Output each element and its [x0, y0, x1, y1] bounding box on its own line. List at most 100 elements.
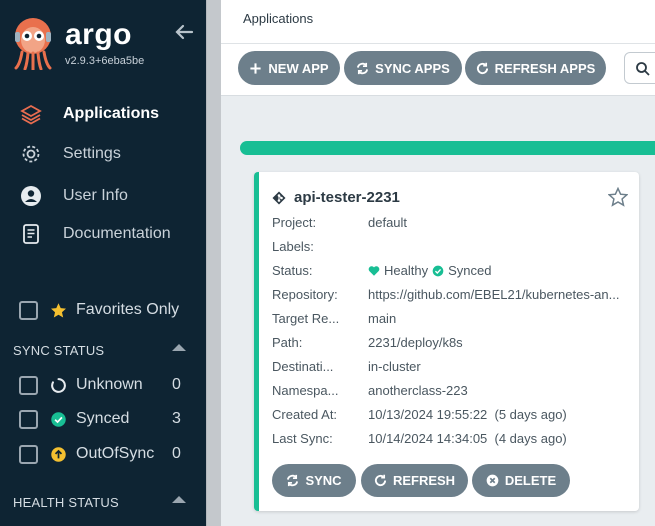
favorite-star-icon[interactable]	[608, 187, 628, 207]
sync-button[interactable]: SYNC	[272, 464, 356, 497]
delete-label: DELETE	[504, 473, 557, 488]
refresh-apps-button[interactable]: REFRESH APPS	[465, 51, 606, 85]
synced-checkbox[interactable]	[19, 409, 38, 429]
main-content: Applications NEW APP SYNC APPS REFRESH A…	[221, 0, 655, 526]
nav-user-info[interactable]: User Info	[0, 178, 206, 214]
field-value: 10/13/2024 19:55:22 (5 days ago)	[368, 407, 567, 422]
toolbar: NEW APP SYNC APPS REFRESH APPS	[221, 44, 655, 96]
sidebar: argo v2.9.3+6eba5be Applications Setting…	[0, 0, 206, 526]
delete-icon	[486, 474, 499, 487]
plus-icon	[250, 62, 261, 74]
nav-settings[interactable]: Settings	[0, 136, 206, 172]
unknown-checkbox[interactable]	[19, 375, 38, 395]
check-circle-icon	[50, 411, 67, 428]
nav-documentation[interactable]: Documentation	[0, 216, 206, 252]
health-status-title: HEALTH STATUS	[13, 495, 119, 510]
field-created-at: Created At: 10/13/2024 19:55:22 (5 days …	[272, 407, 632, 427]
favorites-label: Favorites Only	[76, 301, 180, 318]
field-value: main	[368, 311, 397, 326]
sync-label: SYNC	[305, 473, 342, 488]
arrow-up-circle-icon	[50, 446, 67, 463]
field-key: Destinati...	[272, 359, 334, 374]
field-key: Status:	[272, 263, 313, 278]
refresh-label: REFRESH	[392, 473, 456, 488]
brand-name: argo	[65, 18, 133, 51]
book-icon	[20, 223, 42, 245]
field-key: Created At:	[272, 407, 338, 422]
field-value: 10/14/2024 14:34:05 (4 days ago)	[368, 431, 567, 446]
field-labels: Labels:	[272, 239, 632, 259]
filter-label: Synced	[76, 410, 130, 427]
sync-filter-unknown[interactable]: Unknown 0	[0, 370, 206, 400]
argo-logo	[14, 18, 52, 70]
health-status: Healthy	[384, 263, 429, 278]
field-target-revision: Target Re... main	[272, 311, 632, 331]
status-value: Healthy Synced	[368, 263, 491, 278]
outofsync-checkbox[interactable]	[19, 444, 38, 464]
field-namespace: Namespa... anotherclass-223	[272, 383, 632, 403]
filter-count: 0	[172, 445, 181, 462]
filter-label: OutOfSync	[76, 445, 155, 462]
star-icon	[50, 302, 67, 319]
field-key: Target Re...	[272, 311, 340, 326]
delete-button[interactable]: DELETE	[472, 464, 570, 497]
field-last-sync: Last Sync: 10/14/2024 14:34:05 (4 days a…	[272, 431, 632, 451]
sync-icon	[287, 474, 299, 487]
field-value: in-cluster	[368, 359, 421, 374]
nav-label: Applications	[63, 105, 160, 122]
sync-filter-synced[interactable]: Synced 3	[0, 404, 206, 434]
check-circle-icon	[432, 265, 444, 276]
application-tile[interactable]: api-tester-2231 Project: default Labels:…	[254, 172, 639, 511]
field-status: Status: Healthy Synced	[272, 263, 632, 283]
refresh-icon	[476, 62, 488, 74]
field-repository: Repository: https://github.com/EBEL21/ku…	[272, 287, 632, 307]
nav-label: User Info	[63, 187, 128, 204]
sync-status-collapse-icon[interactable]	[172, 344, 186, 351]
search-icon	[636, 62, 650, 76]
search-input[interactable]	[624, 52, 655, 84]
field-destination: Destinati... in-cluster	[272, 359, 632, 379]
field-key: Labels:	[272, 239, 314, 254]
field-key: Path:	[272, 335, 303, 350]
refresh-button[interactable]: REFRESH	[361, 464, 468, 497]
gear-icon	[20, 143, 42, 165]
git-icon	[272, 191, 286, 204]
favorites-checkbox[interactable]	[19, 300, 38, 320]
field-key: Last Sync:	[272, 431, 333, 446]
app-name[interactable]: api-tester-2231	[294, 189, 400, 206]
field-value: default	[368, 215, 408, 230]
new-app-label: NEW APP	[268, 60, 329, 76]
health-status-collapse-icon[interactable]	[172, 496, 186, 503]
sync-status-bar	[240, 141, 655, 155]
sync-status-title: SYNC STATUS	[13, 343, 105, 358]
refresh-apps-label: REFRESH APPS	[494, 60, 596, 76]
heart-icon	[368, 265, 380, 276]
collapse-sidebar-icon[interactable]	[174, 22, 194, 42]
nav-applications[interactable]: Applications	[0, 96, 206, 132]
field-key: Namespa...	[272, 383, 339, 398]
field-value: anotherclass-223	[368, 383, 468, 398]
sync-filter-outofsync[interactable]: OutOfSync 0	[0, 439, 206, 469]
sync-icon	[357, 62, 369, 74]
filter-label: Unknown	[76, 376, 143, 393]
top-bar: Applications	[221, 0, 655, 44]
sync-status: Synced	[448, 263, 492, 278]
field-project: Project: default	[272, 215, 632, 235]
filter-count: 3	[172, 410, 181, 427]
app-title: api-tester-2231	[272, 189, 400, 206]
field-value[interactable]: https://github.com/EBEL21/kubernetes-an.…	[368, 287, 619, 302]
breadcrumb[interactable]: Applications	[243, 11, 313, 26]
nav-label: Documentation	[63, 225, 171, 242]
favorites-only-filter[interactable]: Favorites Only	[0, 295, 206, 325]
version-label: v2.9.3+6eba5be	[65, 55, 145, 67]
field-key: Repository:	[272, 287, 338, 302]
circle-notch-icon	[50, 377, 67, 394]
sync-apps-label: SYNC APPS	[375, 60, 450, 76]
user-circle-icon	[20, 185, 42, 207]
field-path: Path: 2231/deploy/k8s	[272, 335, 632, 355]
sidebar-scroll-gutter[interactable]	[206, 0, 221, 526]
nav-label: Settings	[63, 145, 121, 162]
sync-apps-button[interactable]: SYNC APPS	[344, 51, 462, 85]
filter-count: 0	[172, 376, 181, 393]
new-app-button[interactable]: NEW APP	[238, 51, 340, 85]
